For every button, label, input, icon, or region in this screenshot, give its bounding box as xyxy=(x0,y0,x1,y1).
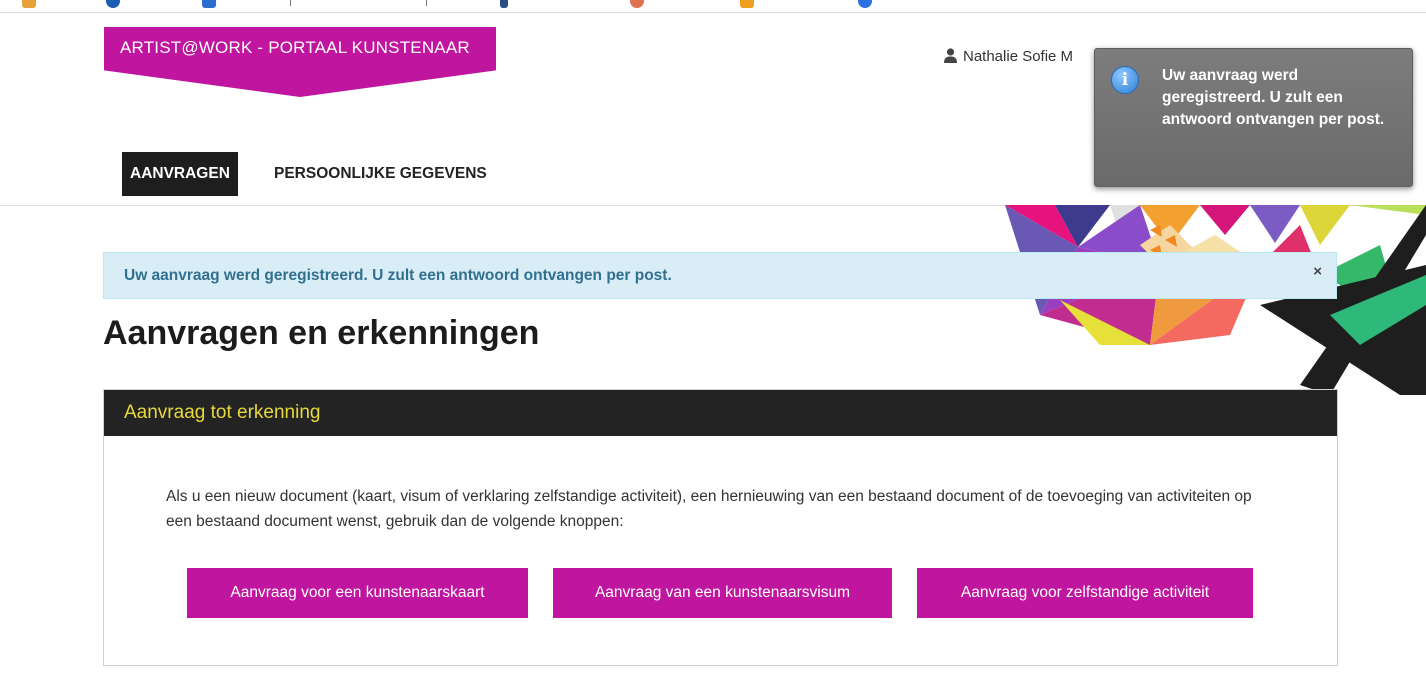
bookmark-separator xyxy=(290,0,291,6)
info-icon: i xyxy=(1111,66,1139,94)
bookmark-site-icon[interactable] xyxy=(630,0,644,8)
user-icon xyxy=(944,48,957,63)
request-self-employed-activity-button[interactable]: Aanvraag voor zelfstandige activiteit xyxy=(917,568,1253,618)
bookmark-site-icon[interactable] xyxy=(858,0,872,8)
user-name: Nathalie Sofie M xyxy=(963,48,1074,65)
panel-header: Aanvraag tot erkenning xyxy=(104,390,1337,436)
bookmark-site-icon[interactable] xyxy=(202,0,216,8)
brand-title[interactable]: ARTIST@WORK - PORTAAL KUNSTENAAR xyxy=(120,38,470,58)
nav-tab-aanvragen[interactable]: AANVRAGEN xyxy=(122,152,238,196)
nav-tab-persoonlijke-gegevens[interactable]: PERSOONLIJKE GEGEVENS xyxy=(274,152,487,196)
notification-toast[interactable]: i Uw aanvraag werd geregistreerd. U zult… xyxy=(1094,48,1413,187)
bookmark-site-icon[interactable] xyxy=(740,0,754,8)
request-artist-visa-button[interactable]: Aanvraag van een kunstenaarsvisum xyxy=(553,568,892,618)
panel-title: Aanvraag tot erkenning xyxy=(124,402,321,423)
user-menu[interactable]: Nathalie Sofie M xyxy=(944,48,1073,65)
close-icon[interactable]: × xyxy=(1313,264,1322,279)
toast-message: Uw aanvraag werd geregistreerd. U zult e… xyxy=(1162,67,1385,128)
request-artist-card-button[interactable]: Aanvraag voor een kunstenaarskaart xyxy=(187,568,528,618)
bookmark-folder-icon[interactable] xyxy=(22,0,36,8)
info-alert: Uw aanvraag werd geregistreerd. U zult e… xyxy=(103,252,1337,299)
bookmark-globe-icon[interactable] xyxy=(106,0,120,8)
page-title: Aanvragen en erkenningen xyxy=(103,314,540,352)
bookmark-site-icon[interactable] xyxy=(500,0,508,8)
panel-description: Als u een nieuw document (kaart, visum o… xyxy=(166,488,1252,530)
request-panel: Aanvraag tot erkenning Als u een nieuw d… xyxy=(103,389,1338,666)
decorative-triangles xyxy=(1005,205,1426,395)
alert-message: Uw aanvraag werd geregistreerd. U zult e… xyxy=(124,267,672,284)
bookmarks-bar xyxy=(0,0,1426,13)
bookmark-separator xyxy=(426,0,427,6)
